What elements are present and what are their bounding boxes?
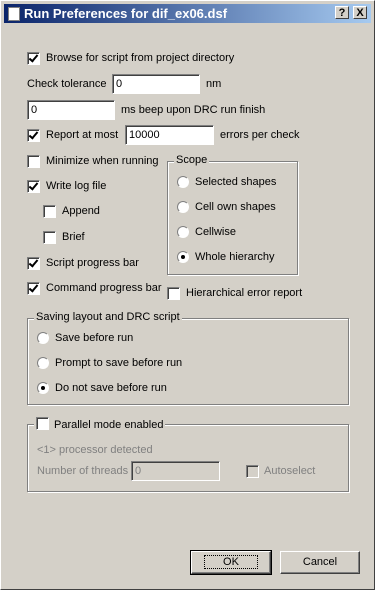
window-title: Run Preferences for dif_ex06.dsf [24, 6, 228, 21]
saving-radio-save[interactable] [37, 332, 49, 344]
help-button[interactable]: ? [335, 6, 349, 19]
parallel-mode-checkbox[interactable] [36, 417, 49, 430]
beep-label: ms beep upon DRC run finish [121, 104, 266, 116]
brief-label: Brief [62, 231, 85, 243]
command-progress-checkbox[interactable] [27, 282, 40, 295]
scope-label-whole-hierarchy: Whole hierarchy [195, 251, 275, 263]
report-at-most-input[interactable] [125, 125, 214, 145]
parallel-mode-label: Parallel mode enabled [54, 419, 164, 431]
saving-label-prompt: Prompt to save before run [55, 357, 183, 369]
beep-duration-input[interactable] [27, 100, 115, 120]
close-button[interactable]: X [353, 6, 367, 19]
script-progress-checkbox[interactable] [27, 257, 40, 270]
write-log-checkbox[interactable] [27, 180, 40, 193]
run-preferences-dialog: Run Preferences for dif_ex06.dsf ? X Bro… [0, 0, 375, 590]
write-log-label: Write log file [46, 180, 107, 192]
append-checkbox[interactable] [43, 205, 56, 218]
cancel-button[interactable]: Cancel [280, 551, 360, 574]
check-tolerance-input[interactable] [112, 74, 200, 94]
brief-checkbox[interactable] [43, 231, 56, 244]
report-at-most-label: Report at most [46, 129, 119, 141]
browse-script-checkbox[interactable] [27, 52, 40, 65]
ok-button-label: OK [204, 555, 258, 569]
errors-per-check-label: errors per check [220, 129, 300, 141]
autoselect-label: Autoselect [264, 465, 316, 477]
hierarchical-report-checkbox[interactable] [167, 287, 180, 300]
append-label: Append [62, 205, 100, 217]
scope-radio-whole-hierarchy[interactable] [177, 251, 189, 263]
check-tolerance-label: Check tolerance [27, 78, 107, 90]
ok-button[interactable]: OK [190, 550, 272, 575]
scope-radio-selected-shapes[interactable] [177, 176, 189, 188]
document-icon [8, 7, 20, 21]
scope-legend: Scope [174, 154, 210, 166]
check-tolerance-unit: nm [206, 78, 222, 90]
scope-radio-cellwise[interactable] [177, 226, 189, 238]
parallel-legend: Parallel mode enabled [34, 417, 166, 431]
saving-radio-do-not-save[interactable] [37, 382, 49, 394]
scope-label-selected-shapes: Selected shapes [195, 176, 277, 188]
title-bar: Run Preferences for dif_ex06.dsf ? X [4, 4, 371, 23]
minimize-label: Minimize when running [46, 155, 159, 167]
autoselect-checkbox[interactable] [246, 465, 259, 478]
scope-radio-cell-own-shapes[interactable] [177, 201, 189, 213]
saving-radio-prompt[interactable] [37, 357, 49, 369]
script-progress-label: Script progress bar [46, 257, 139, 269]
parallel-group [27, 424, 349, 492]
saving-label-do-not-save: Do not save before run [55, 382, 167, 394]
command-progress-label: Command progress bar [46, 282, 162, 294]
saving-label-save: Save before run [55, 332, 134, 344]
hierarchical-report-label: Hierarchical error report [186, 287, 303, 299]
scope-label-cellwise: Cellwise [195, 226, 236, 238]
scope-label-cell-own-shapes: Cell own shapes [195, 201, 276, 213]
saving-legend: Saving layout and DRC script [34, 311, 182, 323]
threads-label: Number of threads [37, 465, 129, 477]
minimize-checkbox[interactable] [27, 155, 40, 168]
processor-detected-text: <1> processor detected [37, 444, 153, 456]
browse-script-label: Browse for script from project directory [46, 52, 235, 64]
threads-input[interactable] [131, 461, 220, 481]
report-at-most-checkbox[interactable] [27, 129, 40, 142]
